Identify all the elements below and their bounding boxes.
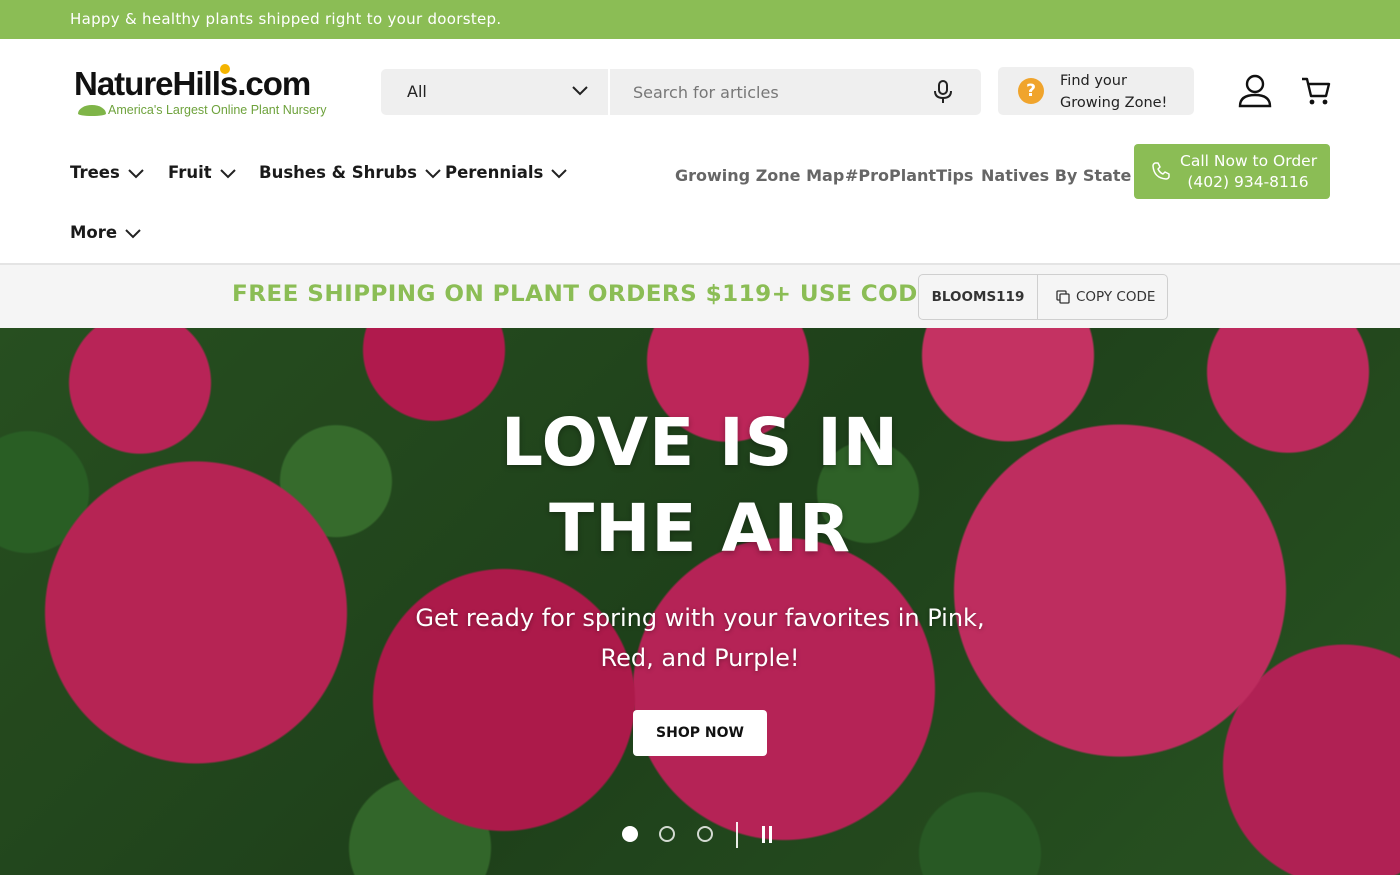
phone-icon <box>1152 162 1170 180</box>
growing-zone-button[interactable]: ? Find your Growing Zone! <box>998 67 1194 115</box>
promo-text: FREE SHIPPING ON PLANT ORDERS $119+ USE … <box>232 282 944 307</box>
copy-code-button[interactable]: COPY CODE <box>1039 275 1167 319</box>
promo-banner: FREE SHIPPING ON PLANT ORDERS $119+ USE … <box>0 265 1400 328</box>
slide-dot-3[interactable] <box>697 826 713 842</box>
microphone-icon[interactable] <box>932 80 954 104</box>
nav-item-trees[interactable]: Trees <box>70 163 144 182</box>
nav-item-label: Trees <box>70 163 120 182</box>
site-logo[interactable]: NatureHills.com America's Largest Online… <box>74 64 346 125</box>
zone-label-line2: Growing Zone! <box>1060 95 1168 111</box>
nav-item-label: Bushes & Shrubs <box>259 163 417 182</box>
slider-divider <box>736 822 738 848</box>
nav-item-bushes-shrubs[interactable]: Bushes & Shrubs <box>259 163 441 182</box>
nav-item-perennials[interactable]: Perennials <box>445 163 568 182</box>
nav-item-label: More <box>70 223 118 242</box>
hero-title-line2: THE AIR <box>549 490 851 567</box>
hero-title: LOVE IS IN THE AIR <box>0 400 1400 572</box>
leaf-icon <box>78 105 106 116</box>
search-bar: All <box>381 69 981 115</box>
call-label: Call Now to Order <box>1180 152 1318 170</box>
nav-item-label: Perennials <box>445 163 544 182</box>
promo-code-box: BLOOMS119 COPY CODE <box>918 274 1168 320</box>
hero-title-line1: LOVE IS IN <box>500 404 900 481</box>
nav-item-more[interactable]: More <box>70 223 141 242</box>
slide-dot-2[interactable] <box>659 826 675 842</box>
chevron-down-icon <box>572 86 588 96</box>
chevron-down-icon <box>125 229 141 239</box>
cart-icon[interactable] <box>1300 75 1332 107</box>
question-icon: ? <box>1018 78 1044 104</box>
hero-banner: LOVE IS IN THE AIR Get ready for spring … <box>0 328 1400 875</box>
search-input[interactable] <box>611 69 911 115</box>
logo-wordmark: NatureHills.com <box>74 65 311 102</box>
nav-item-fruit[interactable]: Fruit <box>168 163 236 182</box>
sun-icon <box>220 64 230 74</box>
pro-plant-tips-link[interactable]: #ProPlantTips <box>845 166 973 185</box>
chevron-down-icon <box>128 169 144 179</box>
site-header: NatureHills.com America's Largest Online… <box>0 39 1400 265</box>
search-category-select[interactable]: All <box>381 69 610 115</box>
call-to-order-button[interactable]: Call Now to Order (402) 934-8116 <box>1134 144 1330 199</box>
logo-tagline: America's Largest Online Plant Nursery <box>108 103 327 117</box>
chevron-down-icon <box>551 169 568 179</box>
announcement-bar: Happy & healthy plants shipped right to … <box>0 0 1400 39</box>
natives-by-state-link[interactable]: Natives By State <box>981 166 1131 185</box>
announcement-text: Happy & healthy plants shipped right to … <box>70 10 502 28</box>
copy-icon <box>1056 290 1070 304</box>
account-icon[interactable] <box>1238 74 1272 108</box>
search-category-value: All <box>407 82 427 101</box>
growing-zone-map-link[interactable]: Growing Zone Map <box>675 166 844 185</box>
promo-code: BLOOMS119 <box>919 275 1038 319</box>
nav-item-label: Fruit <box>168 163 212 182</box>
pause-icon[interactable] <box>759 826 775 843</box>
slide-dot-1[interactable] <box>622 826 638 842</box>
call-phone-number: (402) 934-8116 <box>1187 173 1309 191</box>
chevron-down-icon <box>425 169 441 179</box>
hero-subtitle: Get ready for spring with your favorites… <box>415 604 985 672</box>
copy-code-label: COPY CODE <box>1076 289 1156 305</box>
shop-now-button[interactable]: SHOP NOW <box>633 710 767 756</box>
chevron-down-icon <box>219 169 236 179</box>
zone-label-line1: Find your <box>1060 73 1127 89</box>
